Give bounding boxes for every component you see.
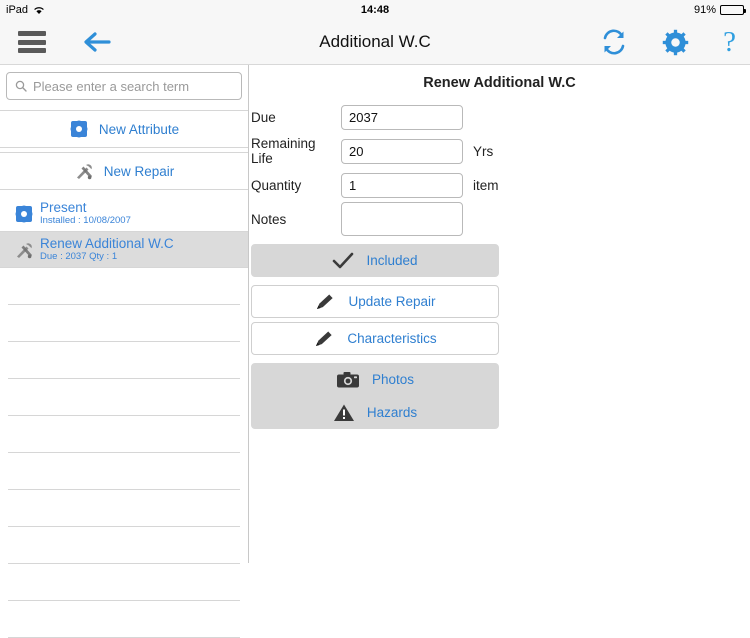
- battery-percent-label: 91%: [693, 4, 716, 16]
- photos-button[interactable]: Photos: [251, 363, 499, 396]
- back-arrow-icon[interactable]: [82, 30, 112, 54]
- field-row-quantity: Quantity 1 item: [249, 168, 750, 202]
- update-repair-button[interactable]: Update Repair: [251, 285, 499, 318]
- content-area: Please enter a search term New Attribute: [0, 65, 750, 638]
- empty-list-row: [8, 453, 240, 490]
- navigation-bar-left: [0, 30, 112, 54]
- warning-triangle-icon: [333, 403, 355, 423]
- camera-icon: [336, 371, 360, 389]
- field-row-remaining-life: Remaining Life 20 Yrs: [249, 134, 750, 168]
- empty-list-row: [8, 527, 240, 564]
- empty-list-row: [8, 305, 240, 342]
- list-item-text: Renew Additional W.C Due : 2037 Qty : 1: [40, 236, 174, 262]
- remaining-life-input[interactable]: 20: [341, 138, 463, 164]
- quantity-unit: item: [473, 177, 499, 193]
- remaining-life-unit: Yrs: [473, 143, 494, 159]
- empty-list-row: [8, 490, 240, 527]
- characteristics-label: Characteristics: [347, 331, 437, 346]
- tools-icon: [8, 241, 40, 259]
- empty-list-row: [8, 268, 240, 305]
- pencil-icon: [313, 329, 335, 349]
- included-label: Included: [366, 253, 418, 268]
- list-item-text: Present Installed : 10/08/2007: [40, 200, 131, 226]
- pencil-icon: [314, 292, 336, 312]
- list-item-subtitle: Installed : 10/08/2007: [40, 214, 131, 226]
- status-bar: iPad 14:48 91%: [0, 0, 750, 20]
- search-placeholder: Please enter a search term: [33, 78, 190, 94]
- item-list: Present Installed : 10/08/2007 Renew Add…: [0, 196, 248, 638]
- remaining-life-label: Remaining Life: [251, 136, 316, 166]
- hazards-label: Hazards: [366, 405, 418, 420]
- included-button[interactable]: Included: [251, 244, 499, 277]
- list-item-subtitle: Due : 2037 Qty : 1: [40, 250, 118, 262]
- search-icon: [15, 80, 27, 92]
- field-row-notes: Notes: [249, 202, 750, 236]
- update-repair-label: Update Repair: [348, 294, 436, 309]
- search-container: Please enter a search term: [0, 65, 248, 106]
- battery-icon: [720, 5, 746, 15]
- empty-list-row: [8, 601, 240, 638]
- hamburger-menu-icon[interactable]: [18, 31, 46, 53]
- refresh-sync-icon[interactable]: [600, 29, 628, 55]
- new-attribute-label: New Attribute: [98, 121, 180, 137]
- gear-icon[interactable]: [662, 29, 689, 56]
- photos-label: Photos: [371, 372, 415, 387]
- status-bar-clock: 14:48: [360, 4, 390, 16]
- navigation-bar: Additional W.C ?: [0, 20, 750, 65]
- action-button-stack: Included Update Repair Characteristics P…: [249, 244, 750, 429]
- sidebar: Please enter a search term New Attribute: [0, 65, 249, 638]
- tools-icon: [74, 162, 94, 180]
- check-icon: [332, 252, 354, 270]
- detail-title: Renew Additional W.C: [423, 75, 576, 91]
- new-repair-label: New Repair: [103, 163, 175, 179]
- empty-list-row: [8, 379, 240, 416]
- status-bar-right: 91%: [693, 4, 746, 16]
- attribute-gear-icon: [8, 204, 40, 224]
- due-label: Due: [251, 109, 276, 125]
- characteristics-button[interactable]: Characteristics: [251, 322, 499, 355]
- question-mark-icon[interactable]: ?: [723, 27, 736, 57]
- quantity-label: Quantity: [251, 177, 302, 193]
- new-attribute-button[interactable]: New Attribute: [0, 110, 248, 148]
- list-item-title: Renew Additional W.C: [40, 236, 174, 252]
- notes-label: Notes: [251, 211, 287, 227]
- list-item-title: Present: [40, 200, 87, 216]
- app-root: iPad 14:48 91% Additional W.C ? Please e…: [0, 0, 750, 638]
- search-input[interactable]: Please enter a search term: [6, 72, 242, 100]
- notes-input[interactable]: [341, 202, 463, 236]
- navigation-bar-right: ?: [600, 27, 736, 57]
- list-item[interactable]: Renew Additional W.C Due : 2037 Qty : 1: [0, 232, 248, 268]
- new-repair-button[interactable]: New Repair: [0, 152, 248, 190]
- empty-list-row: [8, 416, 240, 453]
- field-row-due: Due 2037: [249, 100, 750, 134]
- empty-list-row: [8, 564, 240, 601]
- attribute-gear-icon: [69, 119, 89, 139]
- empty-list-row: [8, 342, 240, 379]
- detail-pane: Renew Additional W.C Due 2037 Remaining …: [249, 65, 750, 563]
- quantity-input[interactable]: 1: [341, 172, 463, 198]
- hazards-button[interactable]: Hazards: [251, 396, 499, 429]
- due-input[interactable]: 2037: [341, 104, 463, 130]
- list-item[interactable]: Present Installed : 10/08/2007: [0, 196, 248, 232]
